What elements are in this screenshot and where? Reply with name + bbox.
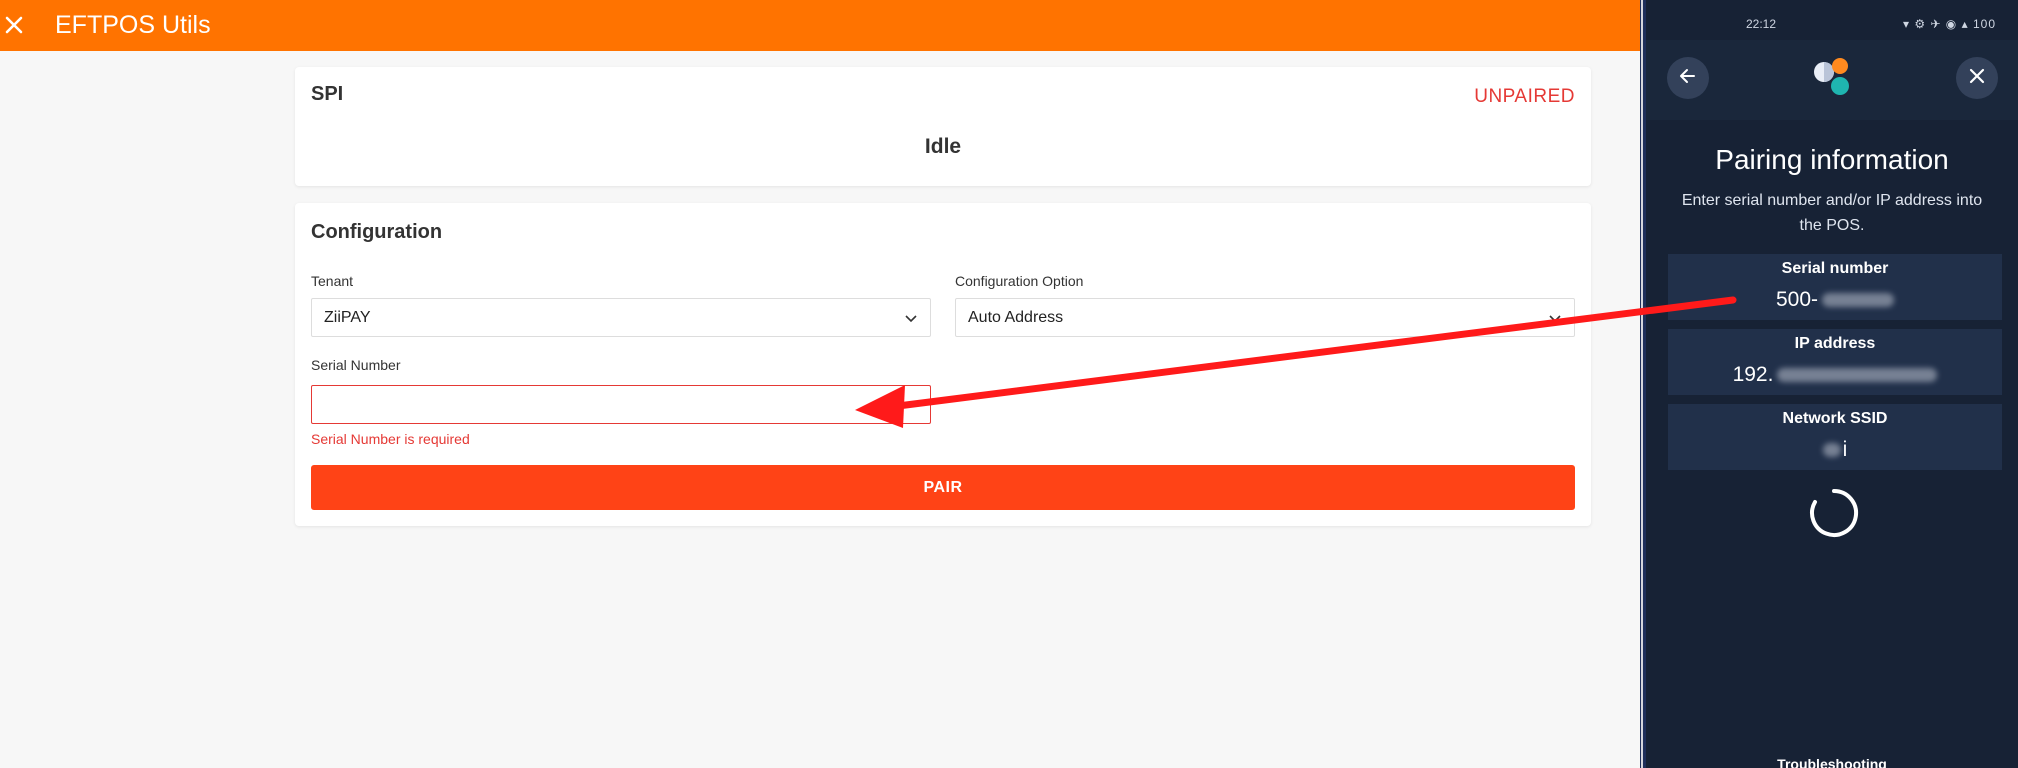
loading-spinner-icon bbox=[1808, 487, 1860, 539]
back-button[interactable] bbox=[1667, 57, 1709, 99]
pairing-description: Enter serial number and/or IP address in… bbox=[1681, 192, 1983, 234]
top-bar: EFTPOS Utils bbox=[0, 0, 1640, 51]
app-logo-icon bbox=[1812, 56, 1856, 100]
serial-number-prefix: 500- bbox=[1775, 288, 1819, 311]
serial-number-box: Serial number 500- bbox=[1668, 254, 2002, 320]
redacted-blur bbox=[1777, 368, 1938, 383]
spi-title: SPI bbox=[311, 83, 344, 105]
serial-number-input[interactable] bbox=[311, 385, 931, 424]
tenant-selected-value: ZiiPAY bbox=[324, 308, 371, 326]
status-icons: ▾ ⚙ ✈ ◉ ▴ 100 bbox=[1902, 17, 1996, 31]
phone-status-bar: 22:12 ▾ ⚙ ✈ ◉ ▴ 100 bbox=[1646, 0, 2018, 40]
phone-screen: 22:12 ▾ ⚙ ✈ ◉ ▴ 100 Pairing information … bbox=[1646, 0, 2018, 768]
close-button[interactable] bbox=[1956, 57, 1998, 99]
status-time: 22:12 bbox=[1746, 17, 1777, 31]
network-ssid-value: i bbox=[1668, 438, 2002, 462]
network-ssid-suffix: i bbox=[1842, 438, 1848, 461]
phone-header bbox=[1646, 40, 2018, 120]
serial-number-label: Serial Number bbox=[311, 357, 401, 373]
configuration-option-selected-value: Auto Address bbox=[968, 308, 1064, 326]
tenant-select[interactable]: ZiiPAY bbox=[311, 298, 931, 337]
ip-address-title: IP address bbox=[1794, 335, 1876, 352]
serial-number-value: 500- bbox=[1668, 288, 2002, 312]
pair-button[interactable]: PAIR bbox=[311, 465, 1575, 510]
chevron-down-icon bbox=[904, 311, 918, 325]
chevron-down-icon bbox=[1548, 311, 1562, 325]
window-divider-edge bbox=[1641, 0, 1643, 768]
network-ssid-box: Network SSID i bbox=[1668, 404, 2002, 470]
redacted-blur bbox=[1822, 443, 1841, 458]
serial-number-error: Serial Number is required bbox=[311, 431, 470, 447]
troubleshooting-link[interactable]: Troubleshooting bbox=[1646, 756, 2018, 768]
tenant-label: Tenant bbox=[311, 273, 354, 289]
spi-card: SPI UNPAIRED Idle bbox=[295, 67, 1591, 186]
close-icon[interactable] bbox=[2, 13, 26, 37]
spi-state-text: Idle bbox=[924, 135, 962, 158]
ip-address-prefix: 192. bbox=[1732, 363, 1774, 386]
redacted-blur bbox=[1822, 293, 1895, 308]
arrow-left-icon bbox=[1678, 66, 1698, 91]
configuration-card: Configuration Tenant ZiiPAY Configuratio… bbox=[295, 203, 1591, 526]
configuration-option-label: Configuration Option bbox=[955, 273, 1084, 289]
app-title: EFTPOS Utils bbox=[55, 11, 211, 39]
close-icon bbox=[1968, 67, 1986, 90]
ip-address-box: IP address 192. bbox=[1668, 329, 2002, 395]
screen: EFTPOS Utils SPI UNPAIRED Idle Configura… bbox=[0, 0, 2018, 768]
ip-address-value: 192. bbox=[1668, 363, 2002, 387]
configuration-title: Configuration bbox=[311, 221, 443, 243]
serial-number-title: Serial number bbox=[1781, 260, 1889, 277]
configuration-option-select[interactable]: Auto Address bbox=[955, 298, 1575, 337]
pairing-status-badge: UNPAIRED bbox=[1474, 86, 1575, 107]
network-ssid-title: Network SSID bbox=[1782, 410, 1888, 427]
eftpos-app: EFTPOS Utils SPI UNPAIRED Idle Configura… bbox=[0, 0, 1640, 768]
pairing-title: Pairing information bbox=[1715, 144, 1949, 175]
